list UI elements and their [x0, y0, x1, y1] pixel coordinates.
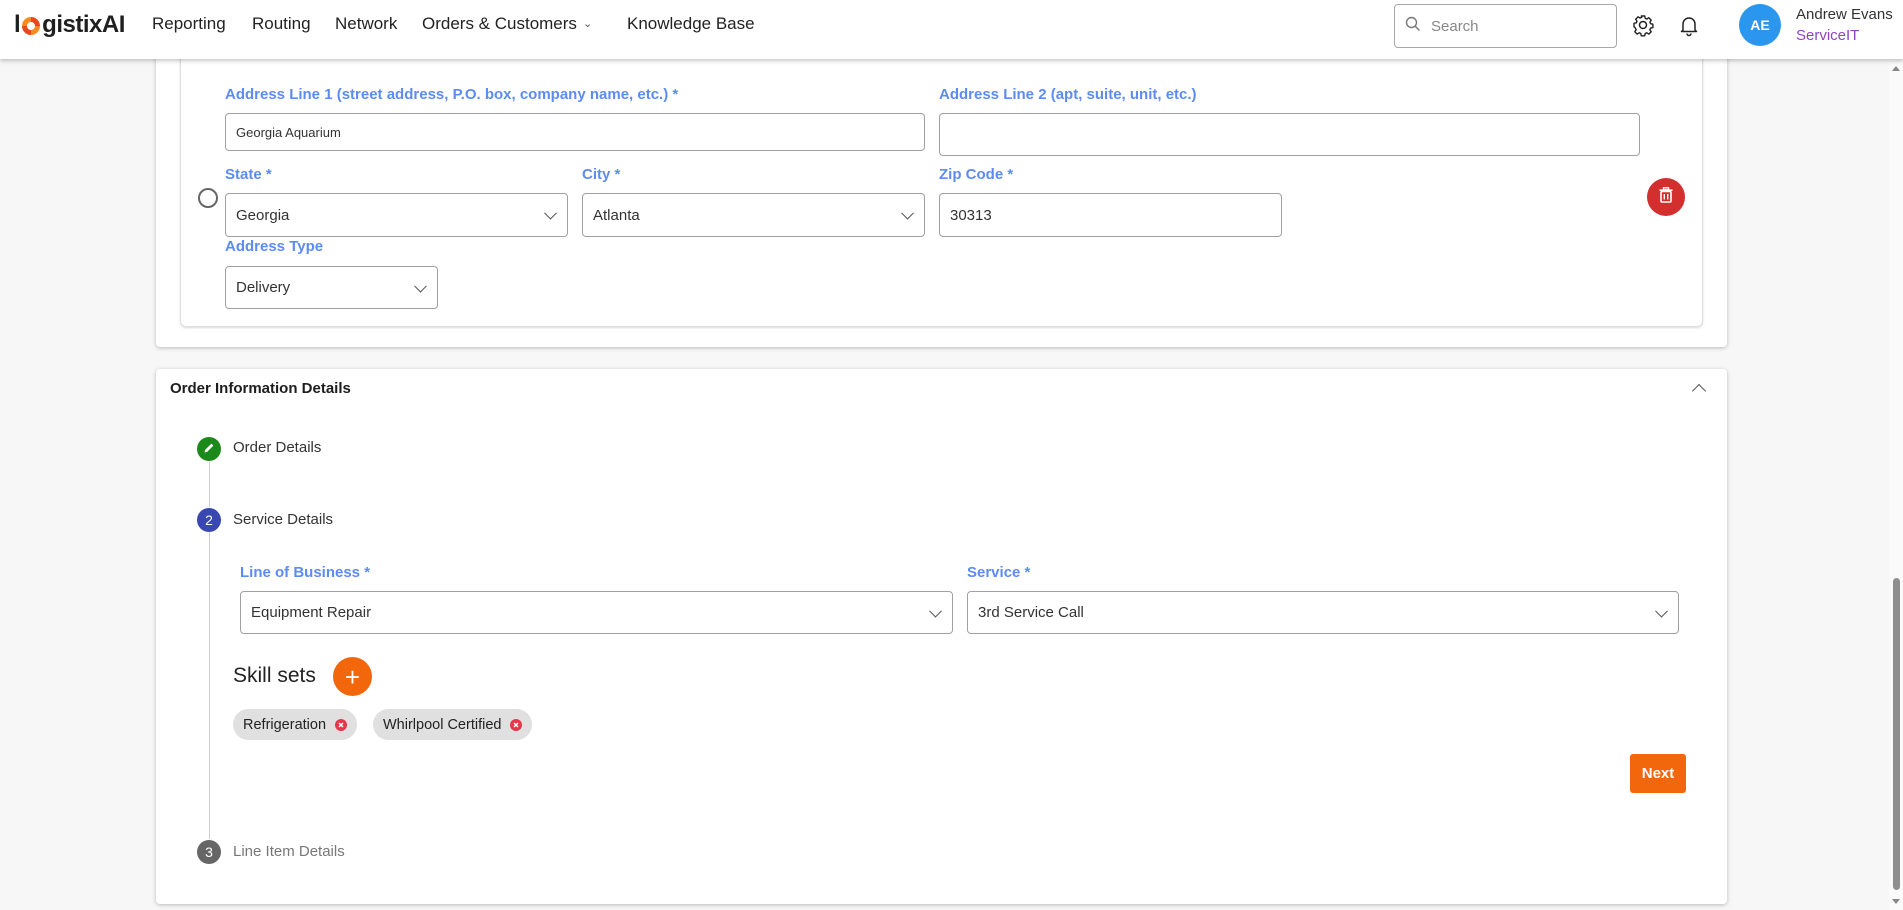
nav-knowledge-base[interactable]: Knowledge Base [627, 14, 755, 34]
address-line2-label: Address Line 2 (apt, suite, unit, etc.) [939, 86, 1197, 103]
skill-chip: Refrigeration [233, 709, 358, 740]
skill-sets-title: Skill sets [233, 664, 316, 687]
address-type-select[interactable]: Delivery [225, 266, 438, 309]
logo-swirl-icon [21, 15, 41, 35]
skill-chip-label: Refrigeration [243, 716, 327, 733]
city-label: City * [582, 166, 621, 183]
step-connector [209, 462, 210, 507]
address-line2-input[interactable] [939, 113, 1640, 156]
top-header: l gistixAI Reporting Routing Network Ord… [0, 0, 1903, 59]
logo-text-suffix: gistixAI [42, 11, 125, 38]
line-of-business-select[interactable]: Equipment Repair [240, 591, 953, 634]
avatar[interactable]: AE [1739, 4, 1781, 46]
search-input[interactable] [1431, 17, 1601, 35]
remove-chip-icon[interactable] [335, 718, 348, 731]
step-3-label: Line Item Details [233, 843, 345, 860]
gear-icon[interactable] [1631, 13, 1655, 37]
state-value: Georgia [236, 206, 290, 224]
chevron-down-icon [929, 604, 942, 618]
step-1-completed-indicator[interactable] [197, 437, 221, 461]
plus-icon: + [344, 661, 361, 692]
step-3-pending-indicator: 3 [197, 840, 221, 864]
step-2-number: 2 [205, 512, 213, 528]
nav-network[interactable]: Network [335, 14, 397, 34]
address-line1-value: Georgia Aquarium [236, 124, 341, 140]
nav-routing-label: Routing [252, 14, 311, 33]
address-type-label: Address Type [225, 238, 324, 255]
city-select[interactable]: Atlanta [582, 193, 925, 237]
step-connector [209, 532, 210, 839]
service-select[interactable]: 3rd Service Call [967, 591, 1679, 634]
trash-icon [1659, 186, 1673, 208]
nav-routing[interactable]: Routing [252, 14, 311, 34]
chevron-down-icon [544, 206, 557, 220]
service-label: Service * [967, 564, 1031, 581]
nav-orders-customers[interactable]: Orders & Customers ⌄ [422, 14, 592, 34]
city-value: Atlanta [593, 206, 640, 224]
address-line1-label: Address Line 1 (street address, P.O. box… [225, 86, 679, 103]
address-line1-input[interactable]: Georgia Aquarium [225, 113, 925, 151]
skill-chip-label: Whirlpool Certified [383, 716, 502, 733]
state-label: State * [225, 166, 272, 183]
line-of-business-label: Line of Business * [240, 564, 371, 581]
order-information-title: Order Information Details [170, 380, 351, 397]
chevron-down-icon [1655, 604, 1668, 618]
chevron-down-icon [414, 279, 427, 293]
step-2-active-indicator: 2 [197, 508, 221, 532]
skill-chip: Whirlpool Certified [373, 709, 533, 740]
bell-icon[interactable] [1677, 13, 1701, 37]
step-3-number: 3 [205, 844, 213, 860]
search-box[interactable] [1394, 4, 1617, 48]
nav-network-label: Network [335, 14, 398, 33]
service-value: 3rd Service Call [978, 604, 1084, 621]
nav-orders-customers-label: Orders & Customers [422, 14, 577, 33]
delete-address-button[interactable] [1647, 178, 1685, 216]
search-icon [1405, 16, 1421, 37]
pencil-icon [203, 441, 215, 457]
nav-reporting[interactable]: Reporting [152, 14, 226, 34]
next-button[interactable]: Next [1630, 754, 1686, 793]
scroll-up-arrow-icon[interactable] [1892, 66, 1900, 71]
zip-code-value: 30313 [950, 206, 992, 224]
logo-text-prefix: l [14, 11, 21, 38]
chevron-down-icon [901, 206, 914, 220]
line-of-business-value: Equipment Repair [251, 604, 372, 621]
state-select[interactable]: Georgia [225, 193, 568, 237]
nav-knowledge-base-label: Knowledge Base [627, 14, 755, 33]
chevron-down-icon: ⌄ [582, 18, 593, 30]
remove-chip-icon[interactable] [510, 718, 523, 731]
user-org: ServiceIT [1796, 27, 1860, 44]
zip-code-label: Zip Code * [939, 166, 1014, 183]
step-2-label: Service Details [233, 511, 334, 528]
order-information-card [156, 369, 1727, 904]
address-select-radio[interactable] [198, 188, 218, 208]
step-1-label[interactable]: Order Details [233, 439, 321, 456]
logo[interactable]: l gistixAI [14, 11, 125, 39]
address-type-value: Delivery [236, 279, 291, 296]
zip-code-input[interactable]: 30313 [939, 193, 1282, 237]
scroll-down-arrow-icon[interactable] [1892, 899, 1900, 904]
avatar-initials: AE [1750, 17, 1770, 33]
user-name: Andrew Evans [1796, 6, 1893, 23]
scrollbar-thumb[interactable] [1893, 578, 1900, 890]
add-skill-set-button[interactable]: + [333, 657, 372, 696]
nav-reporting-label: Reporting [152, 14, 226, 33]
